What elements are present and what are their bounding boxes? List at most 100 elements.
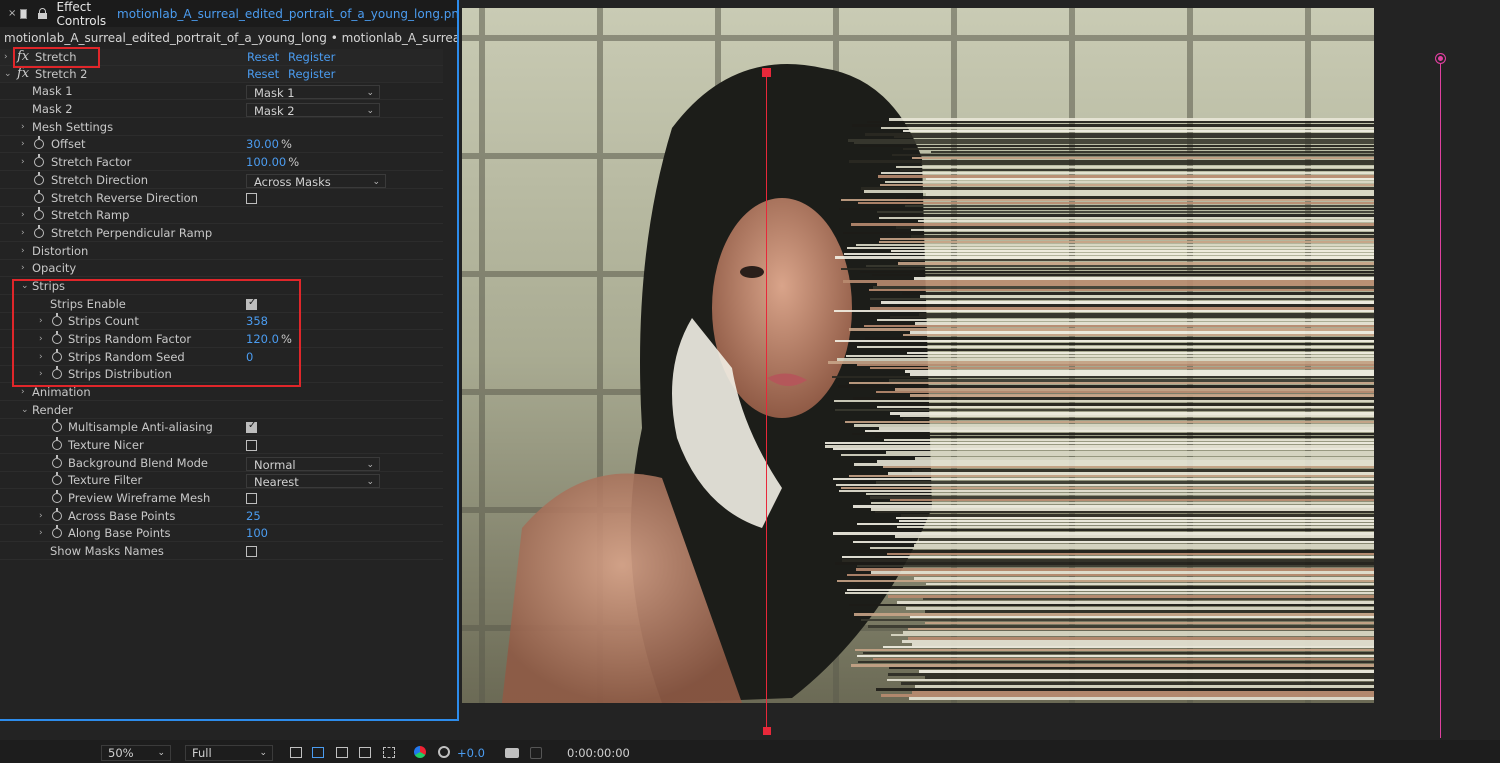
stopwatch-icon[interactable] [52,525,62,538]
stopwatch-icon[interactable] [52,419,62,432]
resolution-dropdown[interactable]: Full ⌄ [185,745,273,761]
stopwatch-icon[interactable] [52,472,62,485]
close-tab-icon[interactable]: × [8,8,16,19]
current-timecode[interactable]: 0:00:00:00 [567,745,630,761]
strip [857,364,1374,366]
texture-nicer-checkbox[interactable] [246,440,257,451]
multisample-checkbox[interactable] [246,420,257,433]
strip [895,388,1374,391]
reset-link[interactable]: Reset [247,50,279,64]
effect-name: Stretch 2 [35,67,88,81]
stretch-reverse-checkbox[interactable] [246,193,257,204]
collapse-arrow-icon[interactable]: ⌄ [4,69,12,79]
region-of-interest-icon[interactable] [290,747,302,758]
mask-vertex-bottom[interactable] [763,727,771,735]
strip [926,583,1374,585]
strip [919,538,1374,541]
stopwatch-icon[interactable] [52,508,62,521]
strip [855,649,1374,651]
strip [914,577,1374,580]
group-distortion[interactable]: › Distortion [0,243,443,260]
layer-path-line[interactable] [1440,58,1441,738]
expand-arrow-icon[interactable]: › [21,263,29,273]
composition-frame[interactable] [462,8,1374,703]
reset-link[interactable]: Reset [247,67,279,81]
strip [894,136,1374,138]
panel-menu-icon[interactable] [20,8,28,19]
stopwatch-icon[interactable] [34,190,44,203]
expand-arrow-icon[interactable]: › [39,528,47,538]
stopwatch-icon[interactable] [34,154,44,167]
lock-icon[interactable] [37,8,48,19]
camera-snapshot-icon[interactable] [505,748,519,758]
expand-arrow-icon[interactable]: › [21,210,29,220]
chevron-down-icon: ⌄ [366,88,374,98]
stopwatch-icon[interactable] [52,437,62,450]
group-stretch-ramp[interactable]: › Stretch Ramp [0,207,443,224]
expand-arrow-icon[interactable]: › [4,52,12,62]
strip [870,547,1374,549]
expand-arrow-icon[interactable]: › [21,157,29,167]
expand-arrow-icon[interactable]: › [39,511,47,521]
stopwatch-icon[interactable] [34,136,44,149]
expand-arrow-icon[interactable]: › [21,387,29,397]
layer-anchor-handle[interactable] [1435,53,1446,64]
along-base-points-value[interactable]: 100 [246,526,268,540]
strip [854,142,1374,144]
mask-path-line[interactable] [766,72,767,732]
strip [843,232,1374,234]
strip [919,670,1374,673]
panel-title[interactable]: Effect Controls [57,0,112,28]
blend-mode-dropdown[interactable]: Normal ⌄ [246,457,380,472]
texture-filter-dropdown[interactable]: Nearest ⌄ [246,474,380,489]
expand-arrow-icon[interactable]: › [21,246,29,256]
group-mesh-settings[interactable]: › Mesh Settings [0,119,443,136]
show-masks-names-checkbox[interactable] [246,546,257,557]
prop-along-base-points: › Along Base Points 100 [0,525,443,542]
expand-arrow-icon[interactable]: › [21,139,29,149]
mask-2-dropdown[interactable]: Mask 2 ⌄ [246,103,380,118]
zoom-dropdown[interactable]: 50% ⌄ [101,745,171,761]
strip [834,310,1374,312]
expand-arrow-icon[interactable]: › [21,228,29,238]
strip [849,160,1374,163]
strip [873,658,1374,660]
register-link[interactable]: Register [288,67,335,81]
layer-file-name[interactable]: motionlab_A_surreal_edited_portrait_of_a… [117,7,457,21]
expand-arrow-icon[interactable]: › [21,122,29,132]
grid-icon[interactable] [383,747,395,758]
group-opacity[interactable]: › Opacity [0,260,443,277]
stretch-factor-value[interactable]: 100.00% [246,155,299,169]
fx-icon[interactable]: fx [17,66,29,81]
stopwatch-icon[interactable] [34,172,44,185]
offset-value[interactable]: 30.00% [246,137,292,151]
stretch-direction-dropdown[interactable]: Across Masks ⌄ [246,174,386,189]
strip [833,532,1374,535]
mask-1-dropdown[interactable]: Mask 1 ⌄ [246,85,380,100]
group-label: Distortion [32,244,89,258]
group-render[interactable]: ⌄ Render [0,402,443,419]
register-link[interactable]: Register [288,50,335,64]
strip [858,202,1374,204]
mask-visibility-icon[interactable] [336,747,348,758]
transparency-grid-icon[interactable] [312,747,324,758]
guides-icon[interactable] [359,747,371,758]
stopwatch-icon[interactable] [52,455,62,468]
group-stretch-perpendicular-ramp[interactable]: › Stretch Perpendicular Ramp [0,225,443,242]
preview-wireframe-checkbox[interactable] [246,493,257,504]
color-channel-icon[interactable] [414,746,426,758]
collapse-arrow-icon[interactable]: ⌄ [21,405,29,415]
exposure-reset-icon[interactable] [438,746,450,758]
effect-row-stretch-2[interactable]: ⌄ fx Stretch 2 Reset Register [0,66,443,83]
value-number[interactable]: 30.00 [246,137,279,151]
mask-vertex-top[interactable] [762,68,771,77]
show-snapshot-icon[interactable] [530,747,542,759]
prop-offset: › Offset 30.00% [0,136,443,153]
exposure-value[interactable]: +0.0 [457,745,485,761]
across-base-points-value[interactable]: 25 [246,509,261,523]
prop-label: Preview Wireframe Mesh [68,491,211,505]
stopwatch-icon[interactable] [52,490,62,503]
value-number[interactable]: 100.00 [246,155,286,169]
stopwatch-icon[interactable] [34,225,44,238]
stopwatch-icon[interactable] [34,207,44,220]
